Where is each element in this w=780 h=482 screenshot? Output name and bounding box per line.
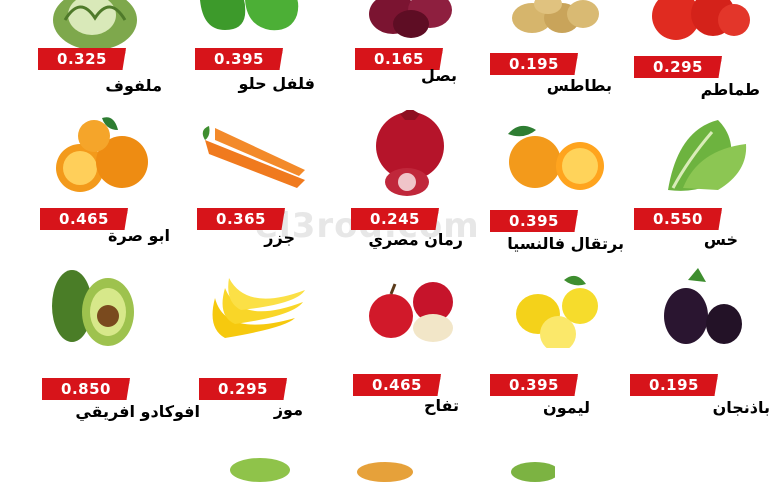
product-card-cabbage[interactable]: 0.325 ملفوف [20,0,170,120]
price-tag: 0.850 [42,378,130,400]
product-card-lemon[interactable]: 0.395 ليمون [470,258,620,417]
product-card-bell-pepper[interactable]: 0.395 فلفل حلو [175,0,325,120]
next-row-produce [230,458,555,482]
price-tag: 0.295 [199,378,287,400]
product-card-avocado[interactable]: 0.850 افوكادو افريقي [20,258,200,421]
avocado-icon [52,270,134,346]
product-card-onion[interactable]: 0.165 بصل [335,0,485,120]
product-name: بطاطس [546,76,612,95]
product-card-banana[interactable]: 0.295 موز [175,258,325,419]
price-tag: 0.395 [490,374,578,396]
product-name: رمان مصري [368,230,463,249]
product-card-pomegranate[interactable]: 0.245 رمان مصري [335,110,485,260]
banana-icon [212,278,305,338]
product-name: طماطم [700,80,760,99]
eggplant-icon [664,268,742,344]
price-tag: 0.365 [197,208,285,230]
price-tag: 0.325 [38,48,126,70]
product-name: فلفل حلو [238,74,315,93]
product-name: ملفوف [105,76,162,95]
orange-icon [56,117,148,192]
price-tag: 0.195 [630,374,718,396]
product-card-eggplant[interactable]: 0.195 باذنجان [618,258,770,417]
price-tag: 0.245 [351,208,439,230]
price-tag: 0.295 [634,56,722,78]
pomegranate-icon [376,110,444,196]
tomato-icon [652,0,750,40]
product-card-tomato[interactable]: 0.295 طماطم [618,0,768,120]
product-name: بصل [420,66,457,85]
product-name: باذنجان [712,398,770,417]
carrot-icon [202,126,305,188]
product-card-potato[interactable]: 0.195 بطاطس [470,0,620,120]
product-name: جزر [264,228,295,247]
product-name: برتقال فالنسيا [507,234,624,253]
price-tag: 0.395 [490,210,578,232]
price-tag: 0.550 [634,208,722,230]
product-name: خس [703,230,738,249]
product-card-lettuce[interactable]: 0.550 خس [618,110,768,260]
price-tag: 0.395 [195,48,283,70]
product-card-carrot[interactable]: 0.365 جزر [175,110,325,260]
product-name: ليمون [543,398,590,417]
price-tag: 0.195 [490,53,578,75]
orange-slice-icon [508,125,604,190]
lettuce-icon [668,120,747,191]
product-name: موز [273,400,303,419]
product-name: تفاح [423,396,459,415]
product-card-valencia-orange[interactable]: 0.395 برتقال فالنسيا [470,110,624,260]
lemon-icon [516,275,598,348]
product-name: ابو صرة [108,226,170,245]
product-card-mandarin[interactable]: 0.465 ابو صرة [20,110,170,260]
potato-icon [512,0,599,33]
price-tag: 0.465 [353,374,441,396]
product-card-apple[interactable]: 0.465 تفاح [335,258,485,415]
apple-icon [369,282,453,342]
